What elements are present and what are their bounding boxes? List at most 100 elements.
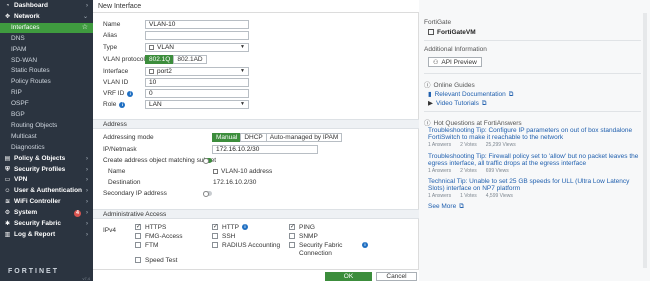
sidebar-item-bgp[interactable]: BGP <box>0 110 93 121</box>
api-preview-button[interactable]: ⚇ API Preview <box>428 57 482 67</box>
interface-select[interactable]: port2 ▼ <box>145 67 249 76</box>
sidebar-item-diagnostics[interactable]: Diagnostics <box>0 143 93 154</box>
admin-access-ftm-checkbox[interactable]: FTM <box>135 242 158 249</box>
checkbox-icon[interactable] <box>289 223 295 231</box>
sidebar-item-static-routes[interactable]: Static Routes <box>0 66 93 77</box>
checkbox-icon[interactable] <box>135 233 141 240</box>
type-select[interactable]: VLAN ▼ <box>145 43 249 52</box>
checkbox-icon[interactable] <box>135 223 141 231</box>
relevant-documentation-link[interactable]: ▮ Relevant Documentation ⧉ <box>428 90 513 99</box>
ok-button[interactable]: OK <box>325 272 372 281</box>
sidebar-item-interfaces[interactable]: Interfaces ☆ <box>0 22 93 34</box>
vrf-id-input[interactable]: 0 <box>145 89 249 98</box>
checkbox-icon[interactable] <box>135 242 141 249</box>
admin-access-ping-checkbox[interactable]: PING <box>289 223 315 231</box>
admin-access-fmg-access-checkbox[interactable]: FMG-Access <box>135 233 183 240</box>
admin-access-https-checkbox[interactable]: HTTPS <box>135 223 166 231</box>
alias-input[interactable] <box>145 31 249 40</box>
info-icon[interactable]: i <box>362 242 368 249</box>
info-icon[interactable]: i <box>127 91 134 97</box>
sidebar-item-dashboard[interactable]: ◔ Dashboard › <box>0 1 93 12</box>
question-icon: ⓘ <box>424 120 431 127</box>
checkbox-icon[interactable] <box>212 242 218 249</box>
star-icon[interactable]: ☆ <box>82 23 88 34</box>
sidebar-item-ipam[interactable]: IPAM <box>0 45 93 56</box>
admin-access-security-fabric-connection-checkbox[interactable]: Security Fabric Connection i <box>289 242 368 258</box>
security-profiles-icon: ⛨ <box>5 166 10 173</box>
sidebar-item-wifi-controller[interactable]: ≋ WiFi Controller › <box>0 197 93 208</box>
sidebar-item-network[interactable]: ✥ Network ⌄ <box>0 12 93 23</box>
book-icon: ▮ <box>428 91 432 98</box>
sidebar-item-sd-wan[interactable]: SD-WAN <box>0 56 93 67</box>
sidebar-item-security-fabric[interactable]: ✱ Security Fabric › <box>0 219 93 230</box>
admin-access-ssh-checkbox[interactable]: SSH <box>212 233 235 240</box>
checkbox-icon[interactable] <box>289 233 295 240</box>
vlan-id-input[interactable]: 10 <box>145 78 249 87</box>
create-object-toggle[interactable] <box>203 157 212 164</box>
sidebar-item-routing-objects[interactable]: Routing Objects <box>0 121 93 132</box>
vlan-protocol-802-1q[interactable]: 802.1Q <box>145 55 175 64</box>
checkbox-icon[interactable] <box>289 242 295 249</box>
object-name-text: VLAN-10 address <box>221 168 273 175</box>
vlan-protocol-802-1ad[interactable]: 802.1AD <box>173 55 207 64</box>
vrf-id-label: VRF ID i <box>103 90 134 97</box>
create-object-label: Create address object matching subnet <box>103 157 217 164</box>
checkbox-label: FMG-Access <box>145 233 183 240</box>
sidebar-item-user-authentication[interactable]: ☺ User & Authentication › <box>0 186 93 197</box>
admin-access-http-checkbox[interactable]: HTTPi <box>212 223 248 231</box>
security-fabric-icon: ✱ <box>4 221 11 227</box>
wifi-icon: ≋ <box>4 199 11 206</box>
question-link[interactable]: Troubleshooting Tip: Firewall policy set… <box>428 153 641 167</box>
sidebar-item-label: Network <box>14 12 40 20</box>
sidebar-item-label: Policy & Objects <box>14 154 66 162</box>
sidebar: ◔ Dashboard › ✥ Network ⌄ Interfaces ☆ DNS IPAM SD… <box>0 0 93 281</box>
sidebar-item-multicast[interactable]: Multicast <box>0 132 93 143</box>
admin-access-snmp-checkbox[interactable]: SNMP <box>289 233 318 240</box>
sidebar-item-label: Multicast <box>11 132 37 140</box>
sidebar-item-policy-objects[interactable]: ▤ Policy & Objects › <box>0 154 93 165</box>
sidebar-item-rip[interactable]: RIP <box>0 88 93 99</box>
secondary-ip-toggle[interactable] <box>203 190 212 197</box>
sidebar-item-dns[interactable]: DNS <box>0 34 93 45</box>
name-input[interactable]: VLAN-10 <box>145 20 249 29</box>
api-preview-text: API Preview <box>441 59 477 66</box>
admin-access-radius-accounting-checkbox[interactable]: RADIUS Accounting <box>212 242 280 249</box>
video-tutorials-link[interactable]: ▶ Video Tutorials ⧉ <box>428 99 487 108</box>
info-icon[interactable]: i <box>119 102 126 108</box>
checkbox-icon[interactable] <box>212 233 218 240</box>
admin-access-speed-test-checkbox[interactable]: Speed Test <box>135 257 177 264</box>
sidebar-item-system[interactable]: ⚙ System 4 › <box>0 208 93 219</box>
addressing-mode-dhcp[interactable]: DHCP <box>240 133 267 142</box>
see-more-link[interactable]: See More ⧉ <box>428 203 464 211</box>
vrf-id-label-text: VRF ID <box>103 90 125 97</box>
sidebar-item-vpn[interactable]: ▭ VPN › <box>0 175 93 186</box>
role-select[interactable]: LAN ▼ <box>145 100 249 109</box>
chevron-down-icon: ▼ <box>240 68 245 74</box>
sidebar-item-log-report[interactable]: ▥ Log & Report › <box>0 230 93 241</box>
sidebar-item-label: Interfaces <box>11 23 40 31</box>
cancel-button[interactable]: Cancel <box>376 272 417 281</box>
vlan-protocol-label: VLAN protocol <box>103 56 145 63</box>
addressing-mode-manual[interactable]: Manual <box>212 133 242 142</box>
question-meta: 1 Answers 1 Votes 4,599 Views <box>428 193 522 199</box>
online-guides-title: ⓘ Online Guides <box>424 79 475 89</box>
question-meta: 1 Answers 2 Votes 699 Views <box>428 168 518 174</box>
address-section-header: Address <box>93 119 419 129</box>
ip-netmask-input[interactable]: 172.16.10.2/30 <box>212 145 318 154</box>
checkbox-icon[interactable] <box>135 257 141 264</box>
sidebar-item-policy-routes[interactable]: Policy Routes <box>0 77 93 88</box>
sidebar-item-label: Static Routes <box>11 67 50 75</box>
page-title: New Interface <box>93 0 419 13</box>
sidebar-item-security-profiles[interactable]: ⛨ Security Profiles › <box>0 165 93 176</box>
sidebar-item-ospf[interactable]: OSPF <box>0 99 93 110</box>
checkbox-label: FTM <box>145 242 159 249</box>
question-link[interactable]: Troubleshooting Tip: Configure IP parame… <box>428 127 641 141</box>
addressing-mode-ipam[interactable]: Auto-managed by IPAM <box>265 133 343 142</box>
chevron-right-icon: › <box>86 177 88 184</box>
secondary-ip-label: Secondary IP address <box>103 190 167 197</box>
info-icon[interactable]: i <box>241 224 248 231</box>
sidebar-item-label: VPN <box>14 176 28 184</box>
question-link[interactable]: Technical Tip: Unable to set 25 GB speed… <box>428 178 641 192</box>
scrollbar[interactable] <box>643 13 647 268</box>
checkbox-icon[interactable] <box>212 223 218 231</box>
